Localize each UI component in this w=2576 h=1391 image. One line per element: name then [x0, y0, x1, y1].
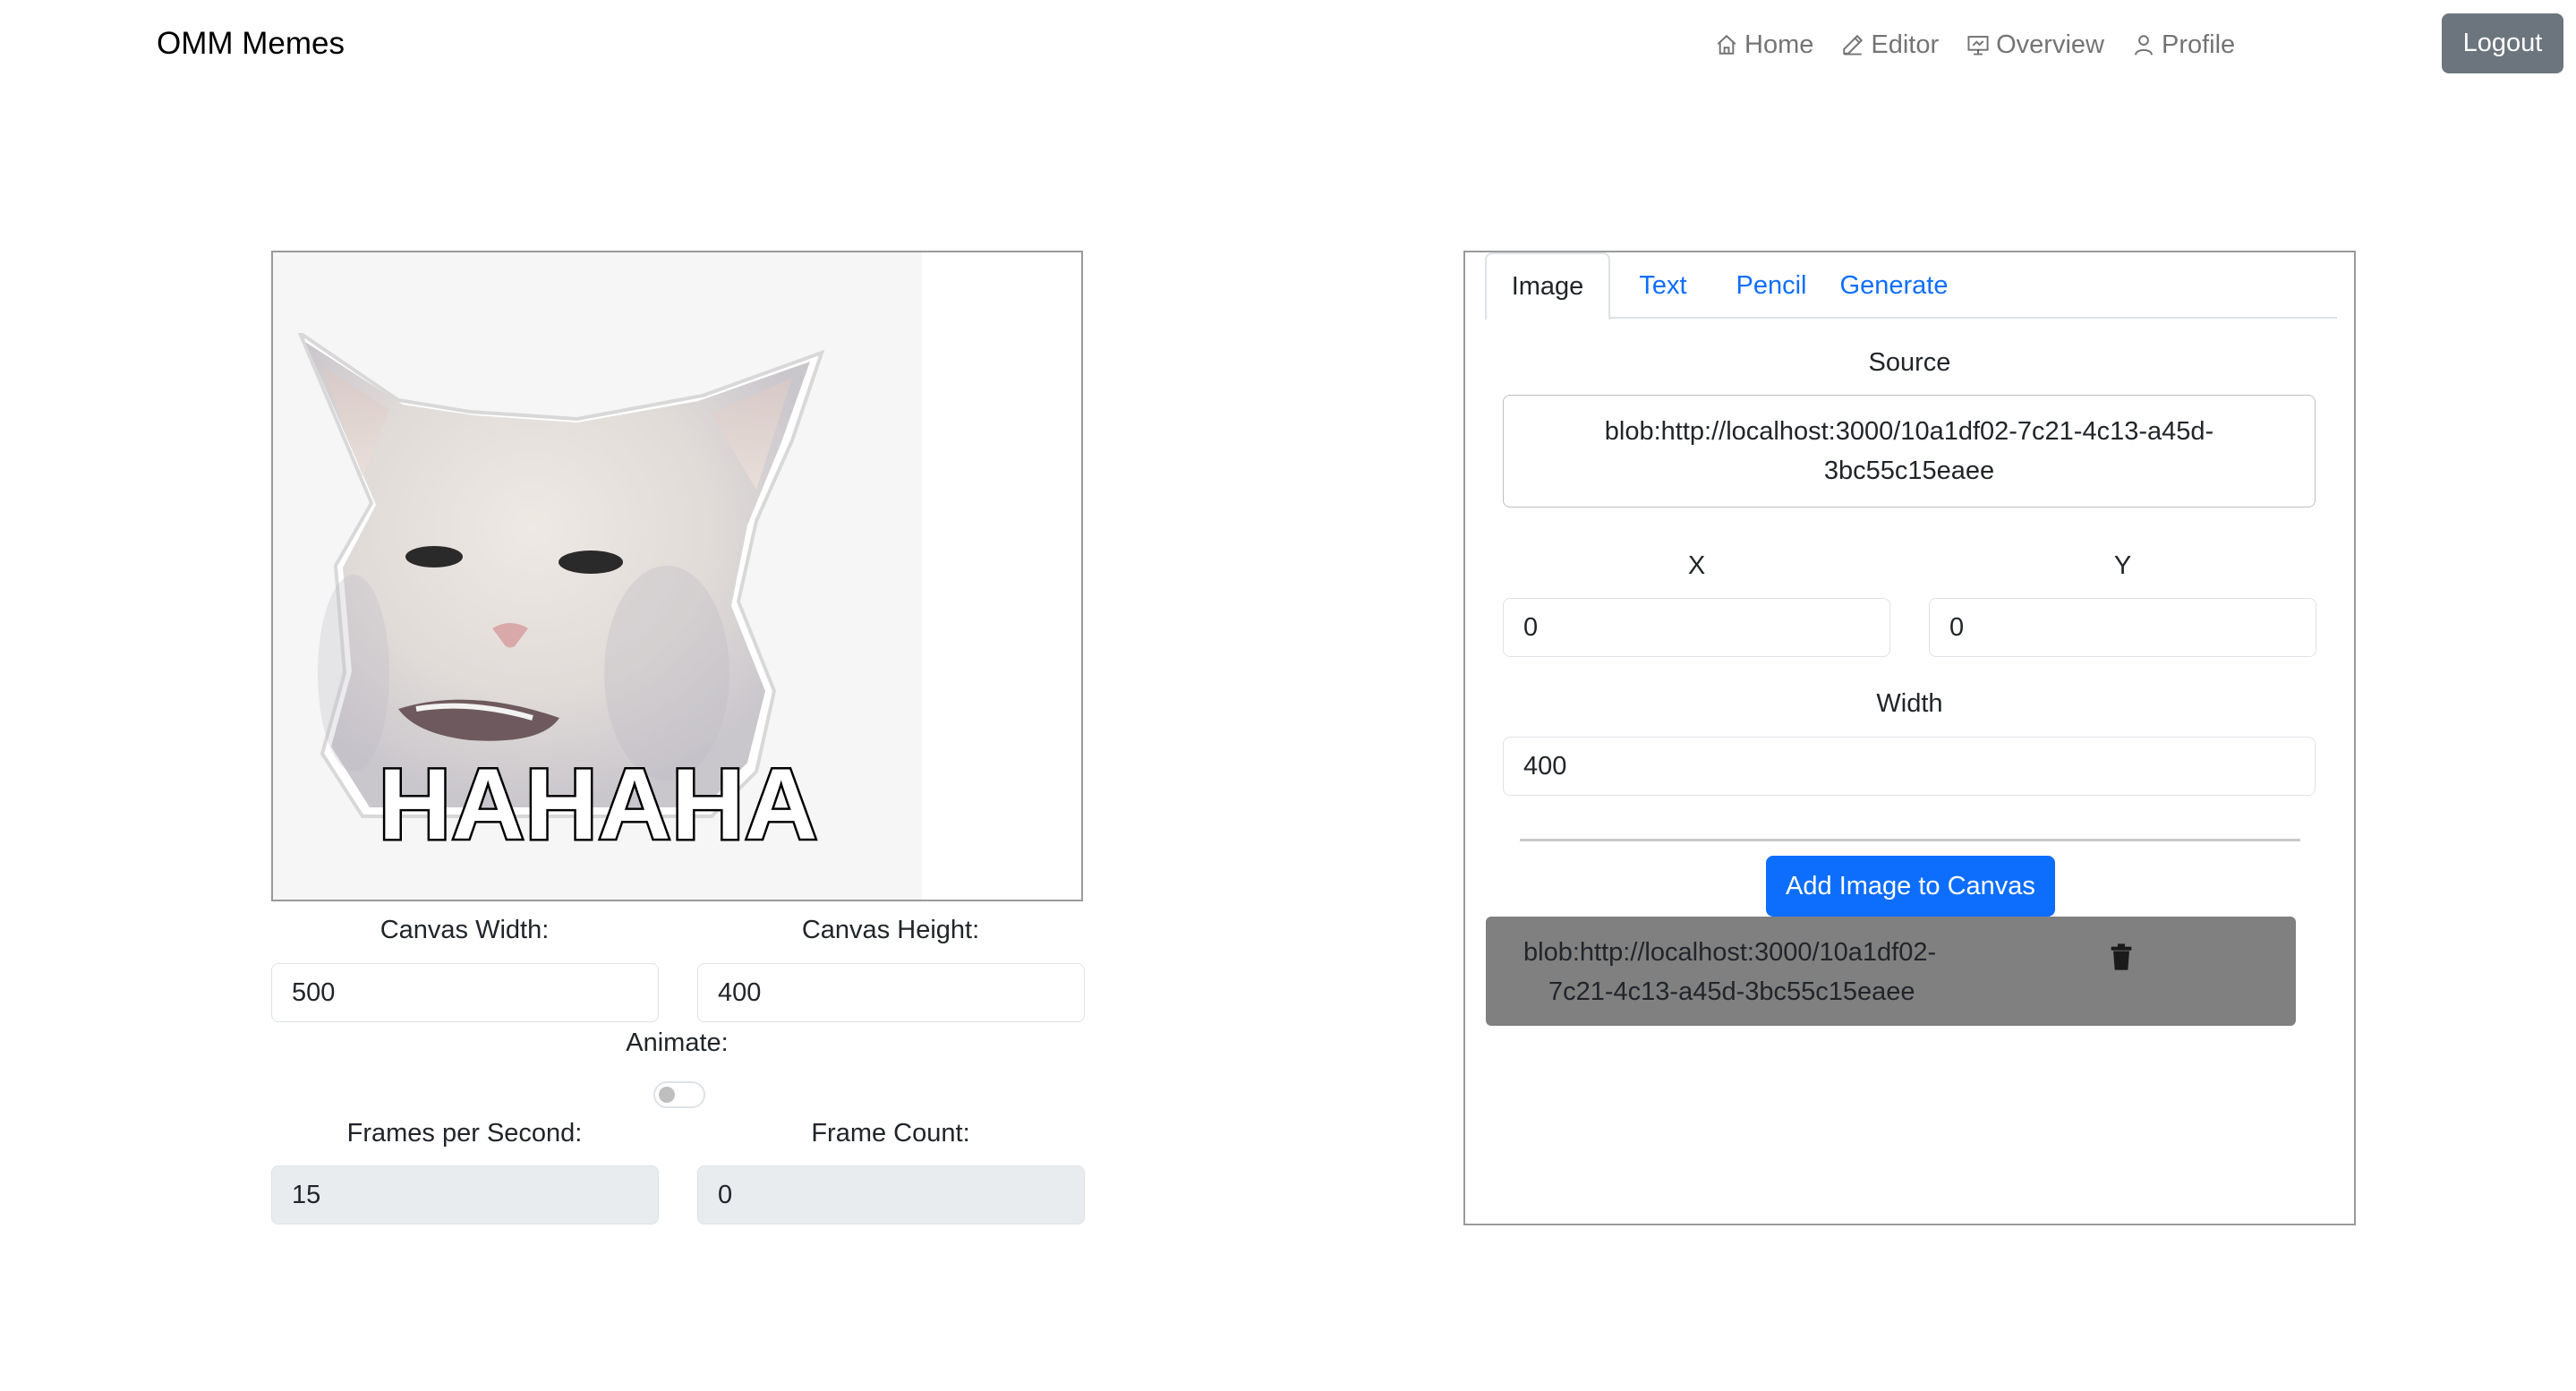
logout-button[interactable]: Logout	[2442, 13, 2563, 73]
nav-editor[interactable]: Editor	[1841, 30, 1939, 60]
presentation-icon	[1967, 36, 1989, 55]
canvas-height-label: Canvas Height:	[801, 916, 980, 944]
tab-image[interactable]: Image	[1485, 252, 1610, 320]
nav-profile[interactable]: Profile	[2132, 30, 2235, 60]
canvas-width-label: Canvas Width:	[380, 916, 550, 944]
nav-home[interactable]: Home	[1715, 30, 1813, 60]
fps-label: Frames per Second:	[346, 1119, 583, 1148]
pencil-icon	[1843, 34, 1864, 55]
image-source-line1: blob:http://localhost:3000/10a1df02-	[1523, 938, 1937, 967]
divider	[1520, 839, 2300, 841]
source-value-line1: blob:http://localhost:3000/10a1df02-7c21…	[1604, 417, 2214, 446]
meme-caption: HAHAHA	[376, 747, 819, 863]
source-label: Source	[1868, 348, 1951, 377]
tab-text[interactable]: Text	[1610, 252, 1716, 319]
source-value-line2: 3bc55c15eaee	[1823, 457, 1995, 485]
nav-overview-label: Overview	[1996, 30, 2104, 59]
nav-profile-label: Profile	[2161, 30, 2236, 59]
canvas-height-input[interactable]: 400	[697, 963, 1085, 1022]
source-input[interactable]: blob:http://localhost:3000/10a1df02-7c21…	[1503, 395, 2316, 508]
brand-logo[interactable]: OMM Memes	[157, 26, 345, 62]
trash-icon[interactable]	[2110, 943, 2133, 970]
image-list-item[interactable]: blob:http://localhost:3000/10a1df02- 7c2…	[1486, 917, 2296, 1026]
x-input[interactable]: 0	[1503, 598, 1890, 657]
image-list-item-text: blob:http://localhost:3000/10a1df02- 7c2…	[1523, 933, 1989, 1011]
meme-canvas[interactable]: HAHAHA	[271, 251, 1083, 901]
toggle-knob	[659, 1087, 675, 1103]
nav-home-label: Home	[1744, 30, 1814, 59]
fps-input: 15	[271, 1165, 659, 1225]
house-icon	[1717, 34, 1736, 55]
add-image-button[interactable]: Add Image to Canvas	[1766, 856, 2055, 917]
nav-editor-label: Editor	[1871, 30, 1940, 59]
animate-toggle[interactable]	[653, 1081, 705, 1108]
main-nav: Home Editor Overview Profile	[1715, 29, 2263, 61]
x-label: X	[1687, 551, 1706, 580]
nav-overview[interactable]: Overview	[1966, 30, 2104, 60]
canvas-width-input[interactable]: 500	[271, 963, 659, 1022]
width-label: Width	[1876, 689, 1943, 718]
animate-label: Animate:	[626, 1028, 729, 1057]
frame-count-label: Frame Count:	[811, 1119, 970, 1148]
editor-tabs: Image Text Pencil Generate	[1485, 252, 2337, 320]
y-input[interactable]: 0	[1929, 598, 2316, 657]
width-input[interactable]: 400	[1503, 737, 2316, 796]
tab-generate[interactable]: Generate	[1827, 252, 1961, 319]
tab-pencil[interactable]: Pencil	[1716, 252, 1827, 319]
y-label: Y	[2113, 551, 2132, 580]
frame-count-input: 0	[697, 1165, 1085, 1225]
person-icon	[2135, 35, 2153, 55]
image-source-line2: 7c21-4c13-a45d-3bc55c15eaee	[1548, 977, 1915, 1006]
